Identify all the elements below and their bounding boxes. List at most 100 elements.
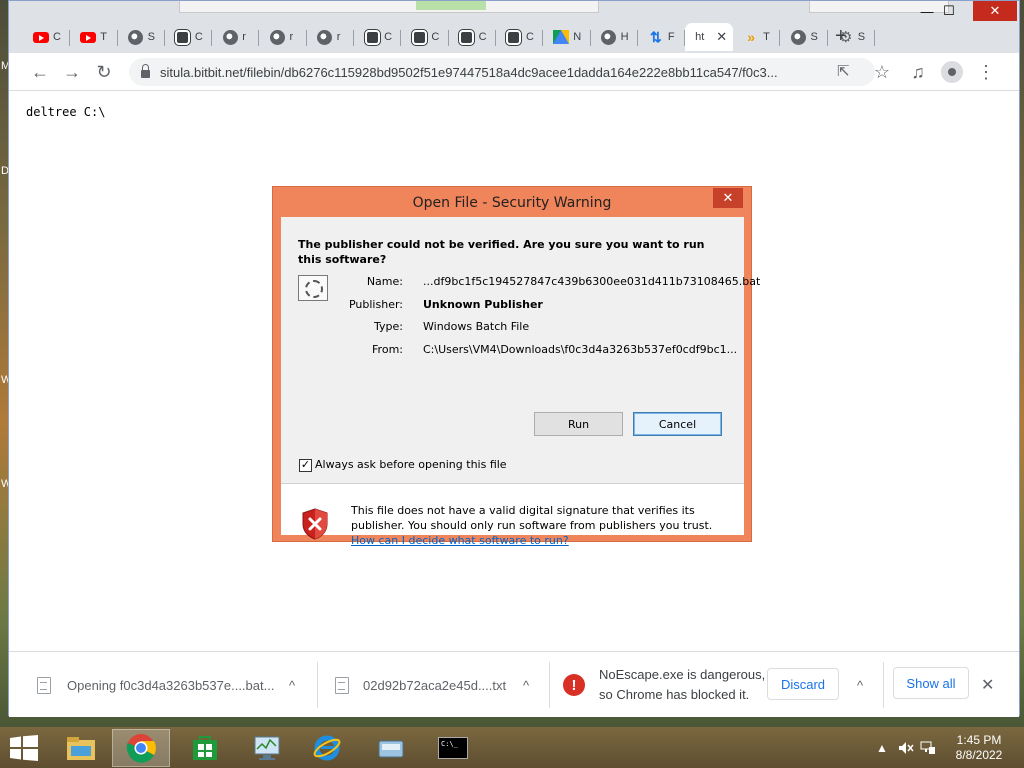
new-tab-button[interactable]: + <box>835 25 847 48</box>
url-text[interactable]: situla.bitbit.net/filebin/db6276c115928b… <box>160 65 820 80</box>
window-close-button[interactable]: ✕ <box>973 1 1017 21</box>
tab-title: T <box>100 31 108 43</box>
cmd-icon[interactable]: C:\_ <box>424 729 482 767</box>
browser-tab[interactable]: H <box>591 23 638 51</box>
field-value-type: Windows Batch File <box>423 320 530 333</box>
browser-tab[interactable]: N <box>543 23 591 51</box>
share-icon[interactable]: ⇱ <box>837 62 850 80</box>
tab-title: S <box>857 31 866 43</box>
drive-app-icon[interactable] <box>362 729 420 767</box>
reload-button[interactable]: ↻ <box>91 59 117 85</box>
volume-muted-icon[interactable] <box>898 727 914 768</box>
browser-tab[interactable]: C <box>401 23 449 51</box>
task-manager-icon[interactable] <box>238 729 296 767</box>
discard-button[interactable]: Discard <box>767 668 839 700</box>
globe-icon <box>601 29 617 45</box>
security-warning-dialog: Open File - Security Warning ✕ The publi… <box>272 186 760 547</box>
run-button[interactable]: Run <box>534 412 623 436</box>
clock-date: 8/8/2022 <box>955 748 1003 762</box>
store-icon[interactable] <box>176 729 234 767</box>
browser-tab[interactable]: r <box>307 23 355 51</box>
tab-title: C <box>525 31 534 43</box>
browser-tab[interactable]: » T <box>733 23 781 51</box>
file-explorer-icon[interactable] <box>52 729 110 767</box>
help-link[interactable]: How can I decide what software to run? <box>351 534 569 547</box>
tray-overflow-button[interactable]: ▲ <box>876 727 888 768</box>
tab-title: C <box>431 31 440 43</box>
chrome-icon[interactable] <box>112 729 170 767</box>
tab-title: F <box>667 31 675 43</box>
tab-title: S <box>810 31 818 43</box>
browser-tab[interactable]: S <box>780 23 828 51</box>
browser-tab[interactable]: S <box>118 23 165 51</box>
drive-icon <box>553 29 570 45</box>
clock[interactable]: 1:45 PM 8/8/2022 <box>944 733 1014 763</box>
bookmark-star-icon[interactable]: ☆ <box>869 59 895 85</box>
field-value-from: C:\Users\VM4\Downloads\f0c3d4a3263b537ef… <box>423 343 738 356</box>
media-control-icon[interactable]: ♫ <box>905 59 931 85</box>
globe-icon <box>790 29 806 45</box>
double-chevron-icon: » <box>747 29 756 45</box>
clock-time: 1:45 PM <box>956 733 1002 747</box>
always-ask-checkbox[interactable]: ✓ <box>299 459 312 472</box>
transfer-arrows-icon: ⇅ <box>649 28 662 45</box>
blocked-warning-line: NoEscape.exe is dangerous, <box>599 667 766 682</box>
browser-tab[interactable]: r <box>212 23 260 51</box>
globe-icon <box>222 29 238 45</box>
cancel-button[interactable]: Cancel <box>633 412 722 436</box>
text-file-icon <box>335 676 349 694</box>
tab-title: N <box>573 31 582 43</box>
tab-title: C <box>194 31 203 43</box>
download-bar-close-icon[interactable]: ✕ <box>981 652 994 718</box>
browser-tab[interactable]: C <box>496 23 544 51</box>
network-icon[interactable] <box>920 727 936 768</box>
youtube-icon <box>33 29 49 45</box>
browser-tab[interactable]: T <box>70 23 118 51</box>
download-item-menu-chevron[interactable]: ^ <box>289 652 295 718</box>
tab-title: T <box>763 31 770 43</box>
globe-icon <box>317 29 333 45</box>
internet-explorer-icon[interactable] <box>298 729 356 767</box>
dialog-close-button[interactable]: ✕ <box>713 188 743 208</box>
danger-icon: ! <box>563 674 585 696</box>
tab-title: S <box>147 31 155 43</box>
globe-icon <box>128 29 144 45</box>
download-item-txt[interactable]: 02d92b72aca2e45d....txt <box>335 652 506 718</box>
browser-tab[interactable]: ⇅ F <box>638 23 686 51</box>
batch-file-icon <box>37 676 51 694</box>
field-label-type: Type: <box>374 320 403 333</box>
download-item-menu-chevron[interactable]: ^ <box>857 652 863 718</box>
browser-tab[interactable]: C <box>165 23 213 51</box>
tab-close-icon[interactable]: ✕ <box>716 29 727 45</box>
field-label-name: Name: <box>366 275 403 288</box>
show-all-button[interactable]: Show all <box>893 667 969 699</box>
profile-avatar[interactable] <box>941 61 963 83</box>
browser-tab[interactable]: C <box>23 23 71 51</box>
forward-button[interactable]: → <box>59 59 85 85</box>
menu-kebab-icon[interactable]: ⋮ <box>973 59 999 85</box>
tab-strip: C T S Cr r r C C C C N H ⇅ Fht ✕» T S ⚙ S + — ☐ ✕ <box>9 1 1019 53</box>
windows-start-icon[interactable] <box>10 735 38 761</box>
address-bar[interactable]: situla.bitbit.net/filebin/db6276c115928b… <box>129 58 875 86</box>
download-item-menu-chevron[interactable]: ^ <box>523 652 529 718</box>
browser-tab[interactable]: C <box>354 23 402 51</box>
dialog-question: The publisher could not be verified. Are… <box>298 238 705 266</box>
download-item-name: Opening f0c3d4a3263b537e....bat... <box>67 677 275 693</box>
browser-tab[interactable]: ht ✕ <box>685 23 734 51</box>
browser-tab[interactable]: r <box>259 23 307 51</box>
back-button[interactable]: ← <box>27 59 53 85</box>
globe-icon <box>269 29 285 45</box>
always-ask-label[interactable]: Always ask before opening this file <box>315 458 507 471</box>
tab-title: r <box>242 31 246 43</box>
shield-error-icon <box>302 508 328 540</box>
github-icon <box>458 28 476 46</box>
tab-title: r <box>289 31 294 43</box>
background-window-edge <box>179 1 599 13</box>
tab-list: C T S Cr r r C C C C N H ⇅ Fht ✕» T S ⚙ S <box>23 23 876 53</box>
maximize-button[interactable]: ☐ <box>927 1 971 21</box>
tab-title: r <box>336 31 341 43</box>
tab-title: ht <box>695 31 705 43</box>
page-text: deltree C:\ <box>26 105 106 119</box>
download-item-opening[interactable]: Opening f0c3d4a3263b537e....bat... <box>37 652 274 718</box>
browser-tab[interactable]: C <box>449 23 496 51</box>
